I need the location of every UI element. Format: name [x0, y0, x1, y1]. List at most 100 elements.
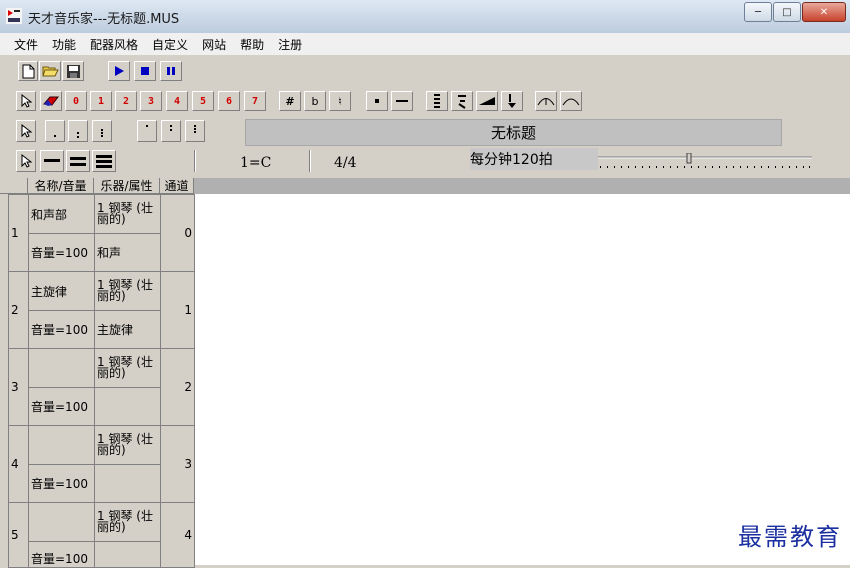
- play-button[interactable]: [108, 61, 130, 81]
- lower-octave-3-button[interactable]: [92, 120, 112, 142]
- note-7-button[interactable]: 7: [244, 91, 266, 111]
- save-file-button[interactable]: [62, 61, 84, 81]
- track-instrument[interactable]: 1 钢琴 (壮丽的): [94, 502, 161, 542]
- pointer-arrow-icon: [21, 124, 32, 138]
- underline-3-button[interactable]: [92, 150, 116, 172]
- pause-button[interactable]: [160, 61, 182, 81]
- close-button[interactable]: ✕: [802, 2, 846, 22]
- track-number[interactable]: 4: [8, 425, 29, 503]
- header-instrument[interactable]: 乐器/属性: [94, 178, 160, 194]
- open-folder-icon: [41, 66, 59, 77]
- slur-button[interactable]: [535, 91, 557, 111]
- ornament-button[interactable]: [501, 91, 523, 111]
- pointer-arrow-icon: [21, 94, 32, 108]
- track-attribute[interactable]: 主旋律: [94, 310, 161, 349]
- underline-2-button[interactable]: [66, 150, 90, 172]
- separator: [194, 150, 196, 172]
- lower-octave-1-button[interactable]: [45, 120, 65, 142]
- track-attribute[interactable]: [94, 387, 161, 426]
- track-name[interactable]: 主旋律: [28, 271, 95, 311]
- header-channel[interactable]: 通道: [160, 178, 194, 194]
- triple-line-icon: [96, 155, 112, 168]
- track-name[interactable]: [28, 502, 95, 542]
- track-volume[interactable]: 音量=100: [28, 387, 95, 426]
- minimize-button[interactable]: ─: [744, 2, 772, 22]
- track-instrument[interactable]: 1 钢琴 (壮丽的): [94, 194, 161, 234]
- track-instrument[interactable]: 1 钢琴 (壮丽的): [94, 425, 161, 465]
- track-channel[interactable]: 0: [160, 194, 195, 272]
- select-pointer-button[interactable]: [16, 91, 36, 111]
- tie-button[interactable]: [560, 91, 582, 111]
- table-row: 5 1 钢琴 (壮丽的) 4: [8, 502, 195, 568]
- lower-octave-2-button[interactable]: [68, 120, 88, 142]
- natural-button[interactable]: ♮: [329, 91, 351, 111]
- menu-file[interactable]: 文件: [0, 36, 45, 53]
- track-instrument[interactable]: 1 钢琴 (壮丽的): [94, 271, 161, 311]
- chord-button-1[interactable]: [426, 91, 448, 111]
- track-attribute[interactable]: [94, 464, 161, 503]
- sharp-button[interactable]: #: [279, 91, 301, 111]
- note-5-button[interactable]: 5: [192, 91, 214, 111]
- menu-function[interactable]: 功能: [45, 36, 83, 53]
- play-icon: [115, 66, 124, 76]
- key-signature[interactable]: 1=C: [240, 149, 271, 177]
- raise-octave-1-button[interactable]: [137, 120, 157, 142]
- crescendo-icon: [479, 97, 495, 105]
- ornament-icon: [508, 94, 516, 108]
- new-file-button[interactable]: [18, 61, 38, 81]
- eraser-button[interactable]: [40, 91, 62, 111]
- raise-octave-2-button[interactable]: [161, 120, 181, 142]
- menu-help[interactable]: 帮助: [233, 36, 271, 53]
- track-volume[interactable]: 音量=100: [28, 541, 95, 568]
- menu-website[interactable]: 网站: [195, 36, 233, 53]
- octave-pointer-button[interactable]: [16, 120, 36, 142]
- track-volume[interactable]: 音量=100: [28, 233, 95, 272]
- track-name[interactable]: 和声部: [28, 194, 95, 234]
- menu-custom[interactable]: 自定义: [145, 36, 195, 53]
- slur-arc-icon: [537, 98, 555, 106]
- dot-button[interactable]: [366, 91, 388, 111]
- underline-1-button[interactable]: [40, 150, 64, 172]
- track-number[interactable]: 3: [8, 348, 29, 426]
- note-6-button[interactable]: 6: [218, 91, 240, 111]
- duration-pointer-button[interactable]: [16, 150, 36, 172]
- dash-button[interactable]: [391, 91, 413, 111]
- track-attribute[interactable]: 和声: [94, 233, 161, 272]
- menu-register[interactable]: 注册: [271, 36, 309, 53]
- track-channel[interactable]: 1: [160, 271, 195, 349]
- flat-button[interactable]: b: [304, 91, 326, 111]
- watermark-text: 最需教育: [738, 523, 842, 551]
- track-volume[interactable]: 音量=100: [28, 310, 95, 349]
- track-name[interactable]: [28, 425, 95, 465]
- header-name-volume[interactable]: 名称/音量: [28, 178, 94, 194]
- time-signature[interactable]: 4/4: [334, 149, 357, 177]
- maximize-button[interactable]: □: [773, 2, 801, 22]
- menu-arrangement-style[interactable]: 配器风格: [83, 36, 145, 53]
- track-channel[interactable]: 4: [160, 502, 195, 568]
- track-channel[interactable]: 2: [160, 348, 195, 426]
- stop-button[interactable]: [134, 61, 156, 81]
- open-file-button[interactable]: [39, 61, 61, 81]
- window-title: 天才音乐家---无标题.MUS: [28, 12, 180, 27]
- track-number[interactable]: 5: [8, 502, 29, 568]
- note-1-button[interactable]: 1: [90, 91, 112, 111]
- track-attribute[interactable]: [94, 541, 161, 568]
- table-row: 3 1 钢琴 (壮丽的) 2: [8, 348, 195, 426]
- track-number[interactable]: 1: [8, 194, 29, 272]
- note-0-button[interactable]: 0: [65, 91, 87, 111]
- song-title-field[interactable]: 无标题: [245, 119, 782, 146]
- note-4-button[interactable]: 4: [166, 91, 188, 111]
- track-channel[interactable]: 3: [160, 425, 195, 503]
- chord-button-2[interactable]: [451, 91, 473, 111]
- note-3-button[interactable]: 3: [140, 91, 162, 111]
- crescendo-button[interactable]: [476, 91, 498, 111]
- track-number[interactable]: 2: [8, 271, 29, 349]
- track-name[interactable]: [28, 348, 95, 388]
- raise-octave-3-button[interactable]: [185, 120, 205, 142]
- note-2-button[interactable]: 2: [115, 91, 137, 111]
- track-instrument[interactable]: 1 钢琴 (壮丽的): [94, 348, 161, 388]
- track-table: 1 和声部 1 钢琴 (壮丽的) 0 音量=100 和声 2 主旋律 1 钢琴 …: [8, 194, 195, 568]
- new-file-icon: [22, 64, 34, 78]
- track-volume[interactable]: 音量=100: [28, 464, 95, 503]
- tempo-slider[interactable]: [598, 153, 812, 171]
